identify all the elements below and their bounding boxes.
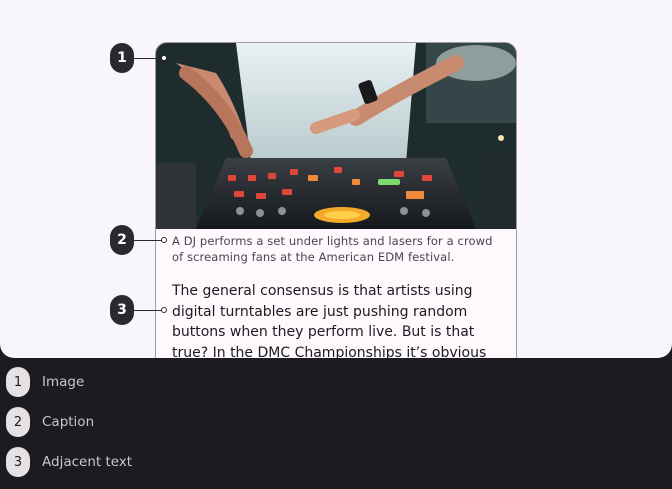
legend-item-adjacent-text: 3 Adjacent text xyxy=(6,446,132,478)
marker-1: 1 xyxy=(110,43,134,73)
content-card: A DJ performs a set under lights and las… xyxy=(155,42,517,358)
marker-3: 3 xyxy=(110,295,134,325)
leader-line-2 xyxy=(134,240,162,241)
legend-badge-3: 3 xyxy=(6,447,30,477)
leader-dot-3 xyxy=(161,307,167,313)
leader-dot-1 xyxy=(161,55,167,61)
legend-badge-1: 1 xyxy=(6,367,30,397)
leader-dot-2 xyxy=(161,237,167,243)
anatomy-canvas: A DJ performs a set under lights and las… xyxy=(0,0,672,358)
legend-label-adjacent-text: Adjacent text xyxy=(42,454,133,470)
adjacent-text: The general consensus is that artists us… xyxy=(172,283,487,358)
dj-photo xyxy=(156,43,516,229)
leader-line-3 xyxy=(134,310,162,311)
legend-item-image: 1 Image xyxy=(6,366,84,398)
legend-label-image: Image xyxy=(42,374,85,390)
legend-item-caption: 2 Caption xyxy=(6,406,94,438)
leader-line-1 xyxy=(134,58,162,59)
marker-2: 2 xyxy=(110,225,134,255)
legend-label-caption: Caption xyxy=(42,414,95,430)
legend-badge-2: 2 xyxy=(6,407,30,437)
dj-image-illustration xyxy=(156,43,516,229)
image-caption: A DJ performs a set under lights and las… xyxy=(172,234,493,264)
